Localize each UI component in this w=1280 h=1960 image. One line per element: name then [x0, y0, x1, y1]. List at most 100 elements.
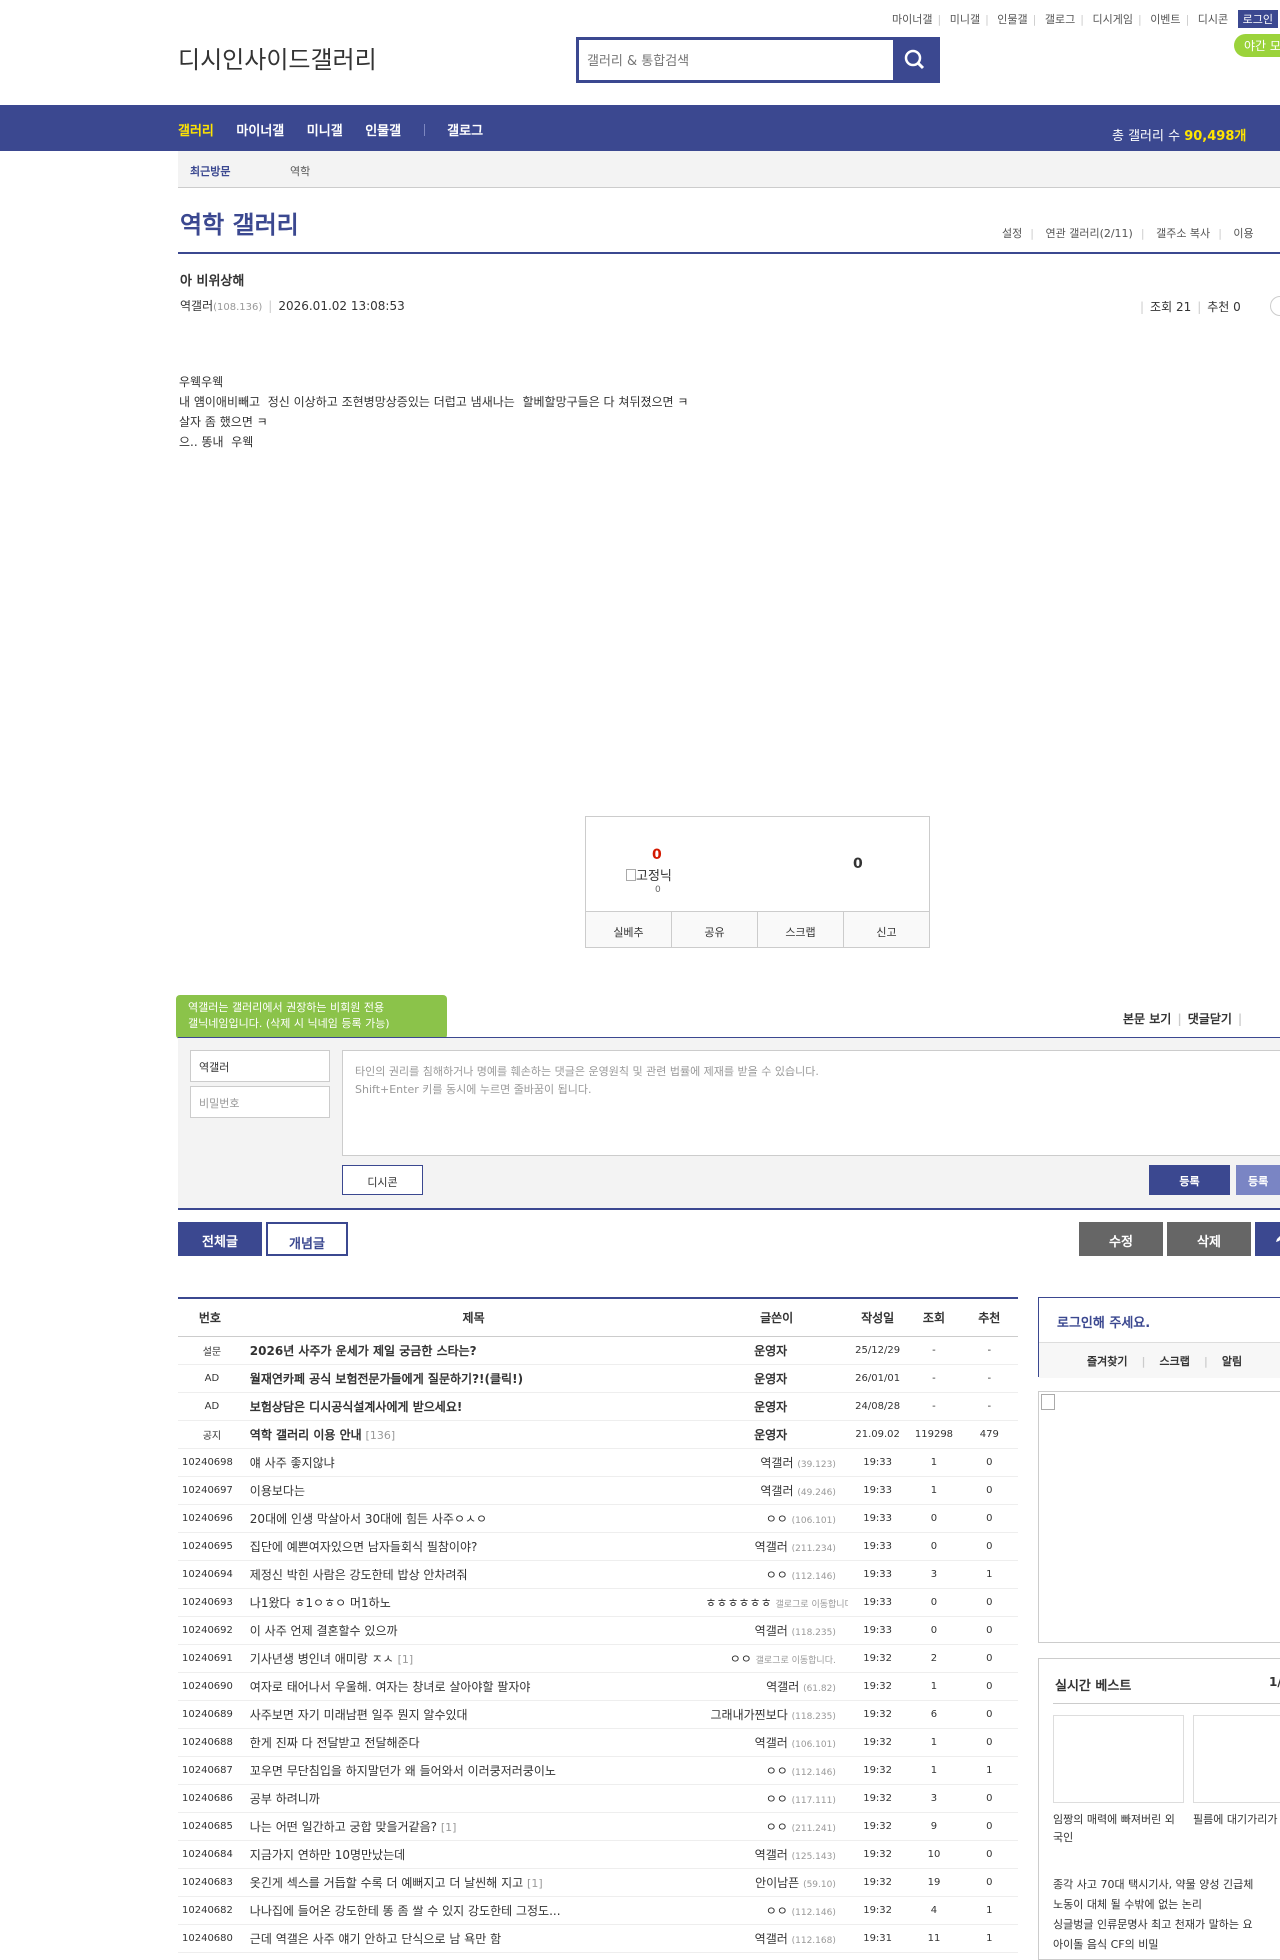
post-author[interactable]: 역갤러	[180, 299, 213, 313]
row-title[interactable]: 20대에 인생 막살아서 30대에 힘든 사주ㅇㅅㅇ	[250, 1512, 487, 1526]
row-writer[interactable]: 그래내가찐보다	[711, 1708, 788, 1722]
best-page[interactable]: 1/	[1269, 1675, 1280, 1689]
recent-item[interactable]: 역학	[290, 163, 310, 179]
comment-submit-button[interactable]: 등록	[1149, 1165, 1230, 1195]
row-writer[interactable]: 역갤러	[760, 1456, 793, 1470]
row-writer-cell[interactable]: ㅎㅎㅎㅎㅎㅎ 갤로그로 이동합니다.	[705, 1588, 848, 1617]
row-writer-cell[interactable]: ㅇㅇ (112.146)	[705, 1756, 848, 1785]
row-title[interactable]: 이 사주 언제 결혼할수 있으까	[250, 1624, 398, 1638]
gnb-minor[interactable]: 마이너갤	[236, 124, 284, 139]
row-writer-cell[interactable]: 그래내가찐보다 (118.235)	[705, 1700, 848, 1729]
row-writer-cell[interactable]: ㅇㅇ (112.146)	[705, 1560, 848, 1589]
row-writer[interactable]: 역갤러	[755, 1736, 788, 1750]
row-title-cell[interactable]: 보험상담은 디시공식설계사에게 받으세요!	[241, 1392, 706, 1421]
upvote-count[interactable]: 0	[652, 847, 662, 863]
table-row[interactable]: 10240683 옷긴게 섹스를 거듭할 수록 더 예뻐지고 더 날씬해 지고 […	[178, 1868, 1018, 1897]
concept-posts-button[interactable]: 개념글	[266, 1222, 348, 1256]
search-button[interactable]	[893, 40, 937, 80]
top-menu-event[interactable]: 이벤트	[1150, 13, 1180, 26]
row-title-cell[interactable]: 나는 어떤 일간하고 궁합 맞을거같음? [1]	[241, 1812, 706, 1841]
row-writer-cell[interactable]: 역갤러 (112.168)	[705, 1924, 848, 1953]
table-row[interactable]: AD 월재연카페 공식 보험전문가들에게 질문하기?!(클릭!) 운영자 26/01/…	[178, 1364, 1018, 1393]
row-writer[interactable]: ㅇㅇ	[766, 1568, 788, 1582]
row-title[interactable]: 얘 사주 좋지않냐	[250, 1456, 335, 1470]
row-writer[interactable]: 운영자	[754, 1372, 787, 1386]
edit-button[interactable]: 수정	[1079, 1222, 1163, 1256]
row-writer-cell[interactable]: 안이남픈 (59.10)	[705, 1868, 848, 1897]
row-writer[interactable]: 운영자	[754, 1400, 787, 1414]
table-row[interactable]: 10240684 지금가지 연하만 10명만났는데 역갤러 (125.143) 19:…	[178, 1840, 1018, 1869]
row-writer[interactable]: ㅇㅇ	[766, 1792, 788, 1806]
row-writer[interactable]: ㅎㅎㅎㅎㅎㅎ	[705, 1596, 771, 1610]
top-menu-mini[interactable]: 미니갤	[950, 13, 980, 26]
top-menu-dccon[interactable]: 디시콘	[1198, 13, 1228, 26]
row-title-cell[interactable]: 나나집에 들어온 강도한테 똥 좀 쌀 수 있지 강도한테 그정도...	[241, 1896, 706, 1925]
table-row[interactable]: AD 보험상담은 디시공식설계사에게 받으세요! 운영자 24/08/28- -	[178, 1392, 1018, 1421]
row-writer[interactable]: 운영자	[754, 1428, 787, 1442]
row-title-cell[interactable]: 20대에 인생 막살아서 30대에 힘든 사주ㅇㅅㅇ	[241, 1504, 706, 1533]
row-writer[interactable]: ㅇㅇ	[766, 1904, 788, 1918]
row-writer-cell[interactable]: 운영자	[705, 1420, 848, 1449]
site-logo[interactable]: 디시인사이드갤러리	[178, 40, 377, 75]
table-row[interactable]: 10240691 기사년생 병인녀 애미랑 ㅈㅅ [1] ㅇㅇ 갤로그로 이동합니다…	[178, 1644, 1018, 1673]
row-title-cell[interactable]: 여자로 태어나서 우울해. 여자는 창녀로 살아야할 팔자야	[241, 1672, 706, 1701]
row-writer-cell[interactable]: ㅇㅇ (211.241)	[705, 1812, 848, 1841]
row-writer-cell[interactable]: 역갤러 (118.235)	[705, 1616, 848, 1645]
row-title[interactable]: 나는 어떤 일간하고 궁합 맞을거같음?	[250, 1820, 437, 1834]
related-galleries[interactable]: 연관 갤러리(2/11)	[1045, 227, 1132, 240]
row-reply-count[interactable]: [136]	[366, 1429, 396, 1442]
row-reply-count[interactable]: [1]	[441, 1821, 457, 1834]
row-writer[interactable]: 역갤러	[755, 1540, 788, 1554]
table-row[interactable]: 10240697 이용보다는 역갤러 (49.246) 19:33 1 0	[178, 1476, 1018, 1505]
sidebar-ad[interactable]	[1038, 1391, 1280, 1643]
gallery-title[interactable]: 역학 갤러리	[180, 205, 299, 240]
write-button[interactable]	[1255, 1222, 1280, 1256]
row-writer-cell[interactable]: ㅇㅇ (117.111)	[705, 1784, 848, 1813]
tab-alerts[interactable]: 알림	[1222, 1355, 1242, 1368]
row-writer-cell[interactable]: ㅇㅇ (106.101)	[705, 1504, 848, 1533]
all-posts-button[interactable]: 전체글	[178, 1222, 262, 1256]
table-row[interactable]: 10240694 제정신 박힌 사람은 강도한테 밥상 안차려줘 ㅇㅇ (112.1…	[178, 1560, 1018, 1589]
comment-submit-recommend-button[interactable]: 등록	[1236, 1165, 1280, 1195]
share-button[interactable]: 공유	[672, 912, 758, 947]
row-title-cell[interactable]: 공부 하려니까	[241, 1784, 706, 1813]
row-reply-count[interactable]: [1]	[398, 1653, 414, 1666]
gnb-gallery[interactable]: 갤러리	[178, 124, 214, 139]
row-title-cell[interactable]: 제정신 박힌 사람은 강도한테 밥상 안차려줘	[241, 1560, 706, 1589]
row-writer-cell[interactable]: 역갤러 (106.101)	[705, 1728, 848, 1757]
best-list-item[interactable]: 종각 사고 70대 택시기사, 약물 양성 긴급체	[1053, 1875, 1253, 1895]
table-row[interactable]: 10240682 나나집에 들어온 강도한테 똥 좀 쌀 수 있지 강도한테 그정…	[178, 1896, 1018, 1925]
row-title-cell[interactable]: 얘 사주 좋지않냐	[241, 1448, 706, 1477]
best-list-item[interactable]: 아이돌 음식 CF의 비밀	[1053, 1935, 1253, 1955]
row-title-cell[interactable]: 월재연카페 공식 보험전문가들에게 질문하기?!(클릭!)	[241, 1364, 706, 1393]
tab-favorites[interactable]: 즐겨찾기	[1087, 1355, 1127, 1368]
best-caption[interactable]: 필름에 대기가리가 하는 생각	[1193, 1811, 1280, 1829]
row-title[interactable]: 보험상담은 디시공식설계사에게 받으세요!	[250, 1400, 463, 1414]
comment-count-circle[interactable]	[1270, 296, 1280, 316]
night-mode-toggle[interactable]: 야간 모	[1234, 34, 1280, 57]
row-title-cell[interactable]: 사주보면 자기 미래남편 일주 뭔지 알수있대	[241, 1700, 706, 1729]
table-row[interactable]: 10240695 집단에 예쁜여자있으면 남자들회식 필참이야? 역갤러 (211.…	[178, 1532, 1018, 1561]
row-writer-cell[interactable]: 운영자	[705, 1392, 848, 1421]
row-title-cell[interactable]: 기사년생 병인녀 애미랑 ㅈㅅ [1]	[241, 1644, 706, 1673]
gnb-person[interactable]: 인물갤	[365, 124, 401, 139]
row-title-cell[interactable]: 이 사주 언제 결혼할수 있으까	[241, 1616, 706, 1645]
top-menu-person[interactable]: 인물갤	[997, 13, 1027, 26]
row-title[interactable]: 사주보면 자기 미래남편 일주 뭔지 알수있대	[250, 1708, 468, 1722]
row-title-cell[interactable]: 역학 갤러리 이용 안내 [136]	[241, 1420, 706, 1449]
password-field[interactable]: 비밀번호	[190, 1086, 330, 1118]
row-title[interactable]: 한게 진짜 다 전달받고 전달해준다	[250, 1736, 420, 1750]
row-writer[interactable]: 역갤러	[755, 1624, 788, 1638]
row-title-cell[interactable]: 지금가지 연하만 10명만났는데	[241, 1840, 706, 1869]
row-writer-cell[interactable]: 역갤러 (39.123)	[705, 1448, 848, 1477]
gnb-mini[interactable]: 미니갤	[307, 124, 343, 139]
row-writer[interactable]: ㅇㅇ	[766, 1764, 788, 1778]
row-writer[interactable]: 안이남픈	[755, 1876, 799, 1890]
delete-button[interactable]: 삭제	[1167, 1222, 1251, 1256]
row-title[interactable]: 월재연카페 공식 보험전문가들에게 질문하기?!(클릭!)	[250, 1372, 523, 1386]
report-button[interactable]: 신고	[844, 912, 929, 947]
search-input[interactable]	[587, 48, 867, 74]
row-title[interactable]: 꼬우면 무단침입을 하지말던가 왜 들어와서 이러쿵저러쿵이노	[250, 1764, 556, 1778]
table-row[interactable]: 10240686 공부 하려니까 ㅇㅇ (117.111) 19:32 3 0	[178, 1784, 1018, 1813]
table-row[interactable]: 10240692 이 사주 언제 결혼할수 있으까 역갤러 (118.235) 19:…	[178, 1616, 1018, 1645]
